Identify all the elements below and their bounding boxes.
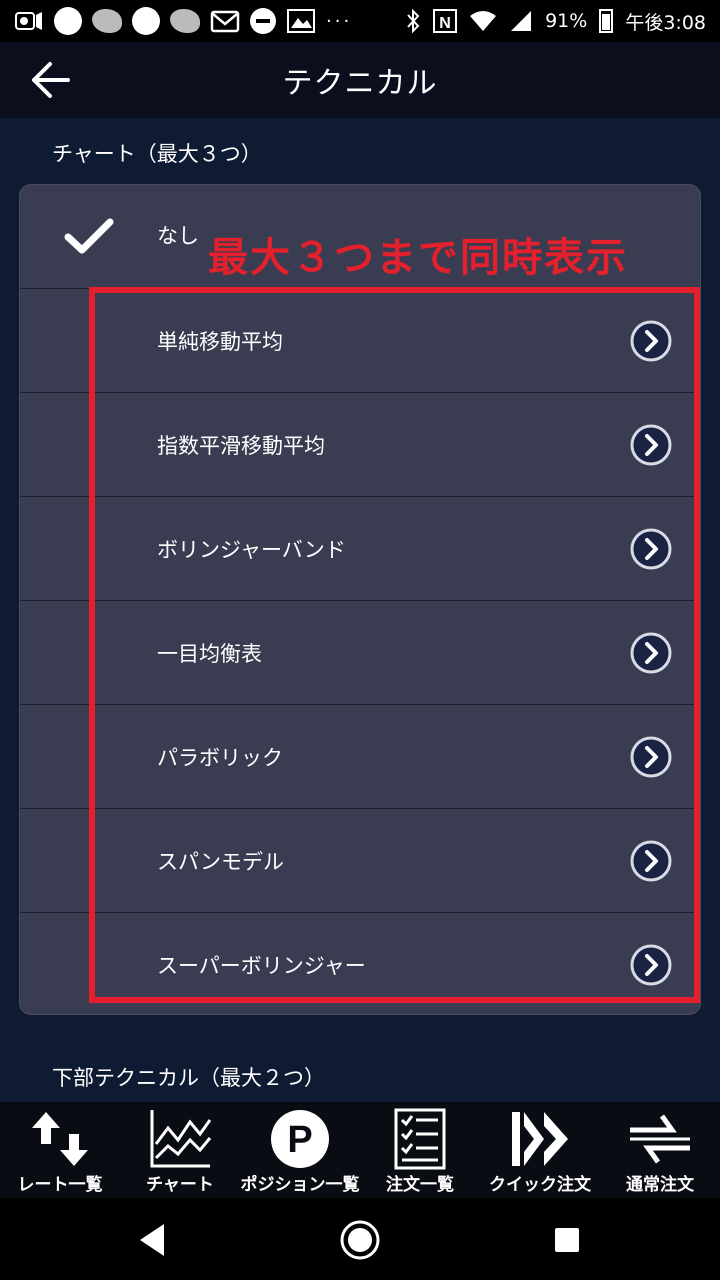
list-item-label: パラボリック — [157, 745, 283, 770]
clock: 午後3:08 — [625, 11, 706, 34]
annotation-text: 最大３つまで同時表示 — [208, 235, 628, 281]
up-down-arrows-icon — [32, 1112, 88, 1166]
arrow-left-icon[interactable] — [28, 60, 72, 100]
list-item-label: スーパーボリンジャー — [157, 954, 366, 978]
nav-label: 通常注文 — [626, 1175, 694, 1195]
app-icon — [170, 9, 200, 33]
list-item-span-model[interactable]: スパンモデル — [20, 809, 700, 913]
home-circle-icon[interactable] — [338, 1218, 382, 1262]
nav-label: チャート — [146, 1175, 214, 1195]
list-item-ema[interactable]: 指数平滑移動平均 — [20, 393, 700, 497]
nav-quick-order[interactable]: クイック注文 — [480, 1102, 600, 1198]
checkmark-icon — [64, 218, 114, 254]
app-icon — [92, 9, 122, 33]
nav-order-list[interactable]: 注文一覧 — [360, 1102, 480, 1198]
circle-icon — [54, 7, 82, 35]
order-list-icon — [394, 1108, 446, 1170]
signal-icon — [511, 11, 532, 31]
page-title: テクニカル — [282, 66, 438, 101]
system-icons: N 91% 午後3:08 — [405, 8, 706, 35]
nfc-icon: N — [433, 9, 458, 33]
nav-normal-order[interactable]: 通常注文 — [600, 1102, 720, 1198]
chevron-right-icon[interactable] — [630, 736, 672, 778]
battery-icon — [599, 9, 614, 33]
list-item-label: 一目均衡表 — [157, 641, 262, 666]
chart-section-label: チャート（最大３つ） — [52, 142, 262, 166]
cast-icon — [15, 12, 42, 30]
list-item-label: スパンモデル — [157, 849, 285, 874]
list-item-ichimoku[interactable]: 一目均衡表 — [20, 601, 700, 705]
chart-icon — [150, 1110, 212, 1168]
list-item-label: なし — [157, 224, 199, 248]
status-bar: ··· N 91% 午後3:08 — [0, 0, 720, 42]
nav-rate-list[interactable]: レート一覧 — [0, 1102, 120, 1198]
chevron-right-icon[interactable] — [630, 424, 672, 466]
app-bar: テクニカル — [0, 42, 720, 118]
recents-square-icon[interactable] — [545, 1218, 589, 1262]
nav-label: クイック注文 — [489, 1175, 591, 1195]
photo-icon — [287, 9, 315, 33]
svg-text:N: N — [439, 15, 451, 32]
list-item-bollinger[interactable]: ボリンジャーバンド — [20, 497, 700, 601]
circle-icon — [132, 7, 160, 35]
chevron-right-icon[interactable] — [630, 632, 672, 674]
list-item-label: 指数平滑移動平均 — [157, 433, 325, 458]
bottom-nav: レート一覧 チャート P ポジション一覧 注文一覧 クイック注文 通常注文 — [0, 1102, 720, 1198]
nav-chart[interactable]: チャート — [120, 1102, 240, 1198]
nav-label: 注文一覧 — [386, 1175, 454, 1195]
chevron-right-icon[interactable] — [630, 840, 672, 882]
wifi-icon — [470, 11, 497, 31]
normal-order-icon — [630, 1114, 690, 1164]
nav-position-list[interactable]: P ポジション一覧 — [240, 1102, 360, 1198]
list-item-label: ボリンジャーバンド — [157, 537, 346, 562]
notification-icons: ··· — [14, 7, 405, 35]
quick-order-icon — [512, 1112, 568, 1166]
chevron-right-icon[interactable] — [630, 528, 672, 570]
chevron-right-icon[interactable] — [630, 320, 672, 362]
back-triangle-icon[interactable] — [132, 1218, 176, 1262]
technical-list: なし 単純移動平均 指数平滑移動平均 ボリンジャーバンド 一目均衡表 パラボリッ… — [19, 184, 701, 1015]
more-notifications: ··· — [326, 10, 353, 32]
battery-percent: 91% — [545, 10, 588, 32]
position-p-icon: P — [271, 1110, 329, 1168]
system-nav-bar — [0, 1198, 720, 1280]
nav-label: ポジション一覧 — [240, 1175, 360, 1195]
chevron-right-icon[interactable] — [630, 944, 672, 986]
list-item-sma[interactable]: 単純移動平均 — [20, 289, 700, 393]
list-item-super-bollinger[interactable]: スーパーボリンジャー — [20, 913, 700, 1014]
list-item-label: 単純移動平均 — [157, 329, 283, 354]
nav-label: レート一覧 — [17, 1175, 103, 1195]
list-item-parabolic[interactable]: パラボリック — [20, 705, 700, 809]
svg-text:P: P — [287, 1119, 312, 1161]
dnd-icon — [250, 8, 276, 34]
bluetooth-icon — [407, 8, 420, 34]
lower-section-label: 下部テクニカル（最大２つ） — [52, 1066, 325, 1090]
gmail-icon — [210, 10, 240, 33]
